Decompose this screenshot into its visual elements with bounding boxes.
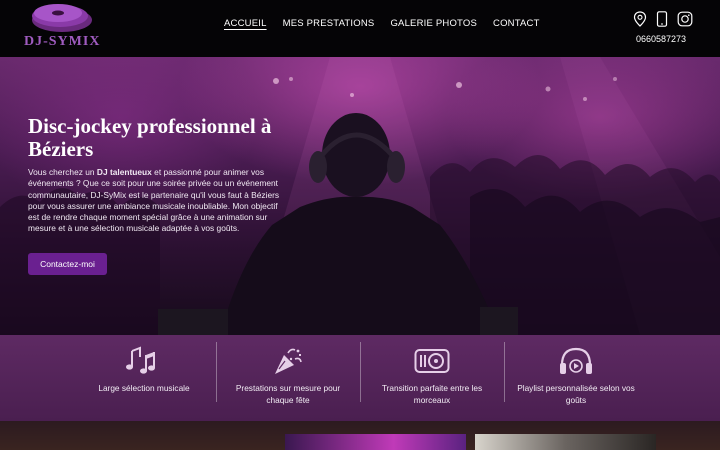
feature-label: Prestations sur mesure pour chaque fête <box>235 383 341 405</box>
feature-item: Prestations sur mesure pour chaque fête <box>216 335 360 421</box>
nav-galerie[interactable]: GALERIE PHOTOS <box>390 18 477 29</box>
feature-item: Transition parfaite entre les morceaux <box>360 335 504 421</box>
instagram-icon[interactable] <box>677 11 693 27</box>
feature-label: Large sélection musicale <box>98 383 190 393</box>
music-notes-icon <box>126 346 155 374</box>
nav-contact[interactable]: CONTACT <box>493 18 540 29</box>
feature-item: Large sélection musicale <box>72 335 216 421</box>
gallery-photo[interactable] <box>285 434 466 450</box>
site-header: DJ-SYMIX ACCUEIL MES PRESTATIONS GALERIE… <box>0 0 720 57</box>
brand-name: DJ-SYMIX <box>24 34 101 49</box>
contact-me-button[interactable]: Contactez-moi <box>28 253 107 275</box>
hero-text-bold: DJ talentueux <box>96 167 152 177</box>
party-popper-icon <box>275 348 302 374</box>
contact-icons <box>633 11 693 27</box>
main-nav: ACCUEIL MES PRESTATIONS GALERIE PHOTOS C… <box>224 18 556 29</box>
phone-icon[interactable] <box>656 11 668 27</box>
feature-item: Playlist personnalisée selon vos goûts <box>504 335 648 421</box>
hero-section: Disc-jockey professionnel à Béziers Vous… <box>0 57 720 335</box>
dj-deck-icon <box>414 349 450 373</box>
feature-label: Playlist personnalisée selon vos goûts <box>517 383 635 405</box>
hero-description: Vous cherchez un DJ talentueux et passio… <box>28 167 283 235</box>
nav-prestations[interactable]: MES PRESTATIONS <box>283 18 375 29</box>
map-pin-icon[interactable] <box>633 11 647 27</box>
headphones-play-icon <box>560 347 592 374</box>
hero-text-before: Vous cherchez un <box>28 167 97 177</box>
gallery-photo[interactable] <box>475 434 656 450</box>
phone-number[interactable]: 0660587273 <box>636 34 686 44</box>
nav-accueil[interactable]: ACCUEIL <box>224 18 267 29</box>
features-bar: Large sélection musicale Prestations sur… <box>0 335 720 421</box>
feature-label: Transition parfaite entre les morceaux <box>381 383 483 405</box>
hero-title: Disc-jockey professionnel à Béziers <box>28 114 272 161</box>
